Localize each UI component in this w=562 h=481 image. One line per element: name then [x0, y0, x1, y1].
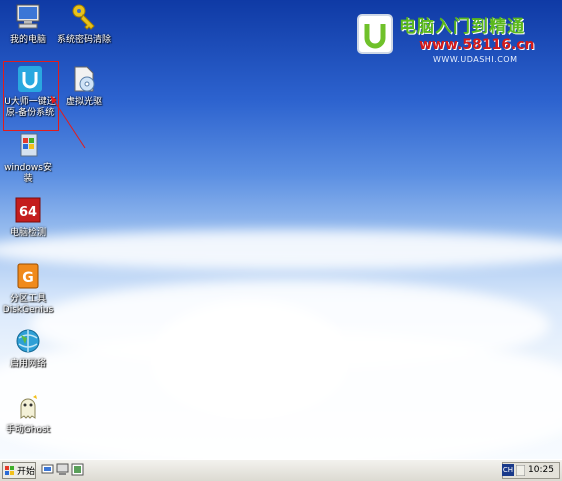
icon-label: 系统密码清除 [56, 35, 111, 45]
icon-label: 启用网络 [9, 359, 46, 369]
quick-launch-computer-icon[interactable] [56, 463, 69, 476]
logo-title: 电脑入门到精通 [399, 17, 525, 37]
system-tray: CH 10:25 [502, 462, 560, 479]
desktop-icon-password-clear[interactable]: 系统密码清除 [56, 2, 112, 46]
language-indicator[interactable]: CH [502, 464, 514, 476]
clock: 10:25 [528, 465, 554, 475]
annotation-arrow-icon [50, 95, 86, 149]
svg-text:64: 64 [19, 205, 37, 220]
ghost-icon [20, 395, 37, 419]
desktop-icon-my-computer[interactable]: 我的电脑 [0, 2, 56, 46]
computer-icon [16, 4, 40, 29]
ime-icon[interactable] [516, 465, 525, 476]
icon-label: windows安装 [4, 163, 52, 184]
icon-label: 手动Ghost [5, 425, 51, 435]
svg-text:G: G [22, 270, 34, 286]
key-icon [72, 4, 95, 30]
quick-launch-desktop-icon[interactable] [41, 463, 54, 476]
desktop-icon-manual-ghost[interactable]: 手动Ghost [0, 392, 56, 436]
desktop-icon-network[interactable]: 启用网络 [0, 326, 56, 370]
cloud-layer [0, 230, 562, 270]
start-button[interactable]: 开始 [2, 462, 36, 479]
windows-logo-icon [5, 465, 14, 475]
logo-subtitle: WWW.UDASHI.COM [433, 55, 518, 64]
cloud-layer [150, 300, 350, 420]
icon-label: 我的电脑 [9, 35, 46, 45]
logo-url: www.58116.cn [419, 37, 535, 53]
desktop-icon-diskgenius[interactable]: G 分区工具 DiskGenius [0, 261, 56, 316]
windows-setup-icon [20, 133, 38, 157]
site-logo: 电脑入门到精通 www.58116.cn WWW.UDASHI.COM [355, 8, 560, 70]
start-label: 开始 [17, 467, 36, 477]
quick-launch-window-icon[interactable] [71, 463, 84, 476]
icon-label: 电脑检测 [9, 228, 46, 238]
network-icon [16, 329, 40, 353]
diskgenius-icon: G [17, 263, 39, 289]
taskbar: 开始 CH 10:25 [0, 459, 562, 481]
aida64-icon: 64 [15, 197, 41, 223]
u-logo-icon [357, 14, 393, 54]
icon-label: 分区工具 DiskGenius [2, 294, 54, 315]
desktop: 电脑入门到精通 www.58116.cn WWW.UDASHI.COM 我的电脑… [0, 0, 562, 459]
desktop-icon-cpu-detect[interactable]: 64 电脑检测 [0, 195, 56, 239]
